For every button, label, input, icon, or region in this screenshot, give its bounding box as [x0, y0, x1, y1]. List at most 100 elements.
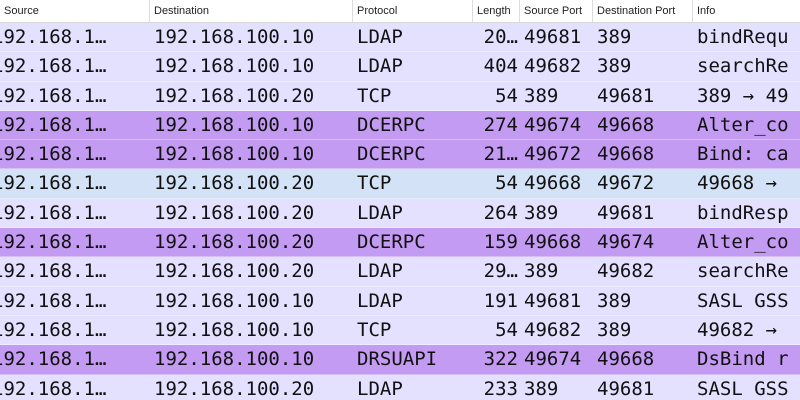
cell-destination: 192.168.100.10 — [154, 143, 315, 166]
cell-info: SASL GSS — [697, 289, 789, 312]
cell-length: 404 — [483, 55, 518, 78]
cell-source-port: 49672 — [524, 143, 582, 166]
cell-source: 192.168.1… — [0, 26, 107, 48]
cell-protocol: DCERPC — [357, 143, 426, 166]
cell-protocol: LDAP — [357, 377, 403, 400]
cell-destination-port: 389 — [597, 289, 632, 312]
cell-source: 192.168.1… — [0, 201, 107, 224]
cell-destination-port: 49681 — [597, 84, 655, 107]
cell-source: 192.168.1… — [0, 377, 107, 400]
packet-row[interactable]: 192.168.1… 192.168.100.10 LDAP 404 49682 389 s… — [0, 52, 800, 82]
cell-info: bindRequ — [697, 26, 789, 48]
cell-length: 54 — [495, 84, 518, 107]
packet-row[interactable]: 192.168.1… 192.168.100.20 LDAP 233 389 49681 S… — [0, 374, 800, 400]
cell-destination-port: 49668 — [597, 143, 655, 166]
cell-length: 233 — [483, 377, 518, 400]
packet-row[interactable]: 192.168.1… 192.168.100.20 LDAP 29… 389 49682 s… — [0, 257, 800, 287]
cell-destination: 192.168.100.20 — [154, 172, 315, 195]
cell-length: 54 — [495, 318, 518, 341]
cell-destination-port: 49668 — [597, 348, 655, 371]
column-header-protocol[interactable]: Protocol — [353, 0, 473, 22]
cell-destination: 192.168.100.20 — [154, 260, 315, 283]
cell-length: 20… — [483, 26, 518, 48]
cell-source: 192.168.1… — [0, 318, 107, 341]
cell-destination-port: 389 — [597, 55, 632, 78]
cell-info: SASL GSS — [697, 377, 789, 400]
cell-source: 192.168.1… — [0, 143, 107, 166]
cell-destination: 192.168.100.10 — [154, 113, 315, 136]
cell-source-port: 389 — [524, 84, 559, 107]
cell-info: 49682 → — [697, 318, 778, 341]
cell-source-port: 389 — [524, 260, 559, 283]
cell-length: 29… — [483, 260, 518, 283]
cell-destination-port: 49681 — [597, 201, 655, 224]
cell-destination-port: 49682 — [597, 260, 655, 283]
cell-length: 191 — [483, 289, 518, 312]
column-header-destination[interactable]: Destination — [150, 0, 353, 22]
cell-source-port: 389 — [524, 377, 559, 400]
cell-source-port: 49668 — [524, 231, 582, 254]
cell-source: 192.168.1… — [0, 260, 107, 283]
cell-source: 192.168.1… — [0, 55, 107, 78]
cell-length: 274 — [483, 113, 518, 136]
cell-destination-port: 49672 — [597, 172, 655, 195]
cell-destination: 192.168.100.20 — [154, 377, 315, 400]
cell-length: 21… — [483, 143, 518, 166]
column-header-info[interactable]: Info — [693, 0, 800, 22]
cell-destination-port: 389 — [597, 26, 632, 48]
cell-length: 159 — [483, 231, 518, 254]
packet-list: Source Destination Protocol Length Sourc… — [0, 0, 800, 400]
cell-source: 192.168.1… — [0, 172, 107, 195]
cell-info: bindResp — [697, 201, 789, 224]
packet-row[interactable]: 192.168.1… 192.168.100.10 LDAP 191 49681 389 S… — [0, 286, 800, 316]
cell-source: 192.168.1… — [0, 84, 107, 107]
packet-row[interactable]: 192.168.1… 192.168.100.10 DRSUAPI 322 49674 4… — [0, 345, 800, 375]
cell-protocol: LDAP — [357, 289, 403, 312]
cell-info: Alter_co — [697, 113, 789, 136]
cell-protocol: TCP — [357, 318, 392, 341]
packet-list-header: Source Destination Protocol Length Sourc… — [0, 0, 800, 23]
cell-protocol: DCERPC — [357, 231, 426, 254]
column-header-source-port[interactable]: Source Port — [520, 0, 593, 22]
cell-protocol: DCERPC — [357, 113, 426, 136]
packet-row[interactable]: 192.168.1… 192.168.100.10 TCP 54 49682 389 496… — [0, 315, 800, 346]
cell-destination-port: 49668 — [597, 113, 655, 136]
cell-info: Bind: ca — [697, 143, 789, 166]
packet-row[interactable]: 192.168.1… 192.168.100.20 LDAP 264 389 49681 b… — [0, 198, 800, 229]
cell-source-port: 49674 — [524, 348, 582, 371]
cell-protocol: TCP — [357, 172, 392, 195]
cell-destination: 192.168.100.20 — [154, 84, 315, 107]
cell-destination-port: 49681 — [597, 377, 655, 400]
packet-rows: 192.168.1… 192.168.100.10 LDAP 20… 49681 389 b… — [0, 23, 800, 400]
packet-row[interactable]: 192.168.1… 192.168.100.10 DCERPC 21… 49672 49… — [0, 140, 800, 170]
cell-destination: 192.168.100.10 — [154, 318, 315, 341]
cell-info: DsBind r — [697, 348, 789, 371]
cell-protocol: DRSUAPI — [357, 348, 438, 371]
cell-info: 49668 → — [697, 172, 778, 195]
packet-row[interactable]: 192.168.1… 192.168.100.20 TCP 54 49668 49672 4… — [0, 169, 800, 199]
packet-row[interactable]: 192.168.1… 192.168.100.10 LDAP 20… 49681 389 b… — [0, 23, 800, 53]
cell-source: 192.168.1… — [0, 348, 107, 371]
cell-info: searchRe — [697, 260, 789, 283]
column-header-destination-port[interactable]: Destination Port — [593, 0, 693, 22]
cell-source-port: 49668 — [524, 172, 582, 195]
cell-destination: 192.168.100.10 — [154, 26, 315, 48]
cell-protocol: LDAP — [357, 201, 403, 224]
cell-info: searchRe — [697, 55, 789, 78]
column-header-length[interactable]: Length — [473, 0, 520, 22]
cell-destination: 192.168.100.10 — [154, 348, 315, 371]
cell-destination: 192.168.100.10 — [154, 55, 315, 78]
cell-protocol: LDAP — [357, 26, 403, 48]
cell-destination: 192.168.100.20 — [154, 201, 315, 224]
packet-row[interactable]: 192.168.1… 192.168.100.20 TCP 54 389 49681 389… — [0, 81, 800, 111]
column-header-source[interactable]: Source — [0, 0, 150, 22]
cell-source-port: 49682 — [524, 55, 582, 78]
packet-row[interactable]: 192.168.1… 192.168.100.20 DCERPC 159 49668 49… — [0, 228, 800, 258]
cell-protocol: LDAP — [357, 55, 403, 78]
cell-protocol: TCP — [357, 84, 392, 107]
packet-row[interactable]: 192.168.1… 192.168.100.10 DCERPC 274 49674 49… — [0, 110, 800, 141]
cell-source-port: 49681 — [524, 289, 582, 312]
cell-destination-port: 49674 — [597, 231, 655, 254]
cell-info: 389 → 49 — [697, 84, 789, 107]
cell-destination-port: 389 — [597, 318, 632, 341]
